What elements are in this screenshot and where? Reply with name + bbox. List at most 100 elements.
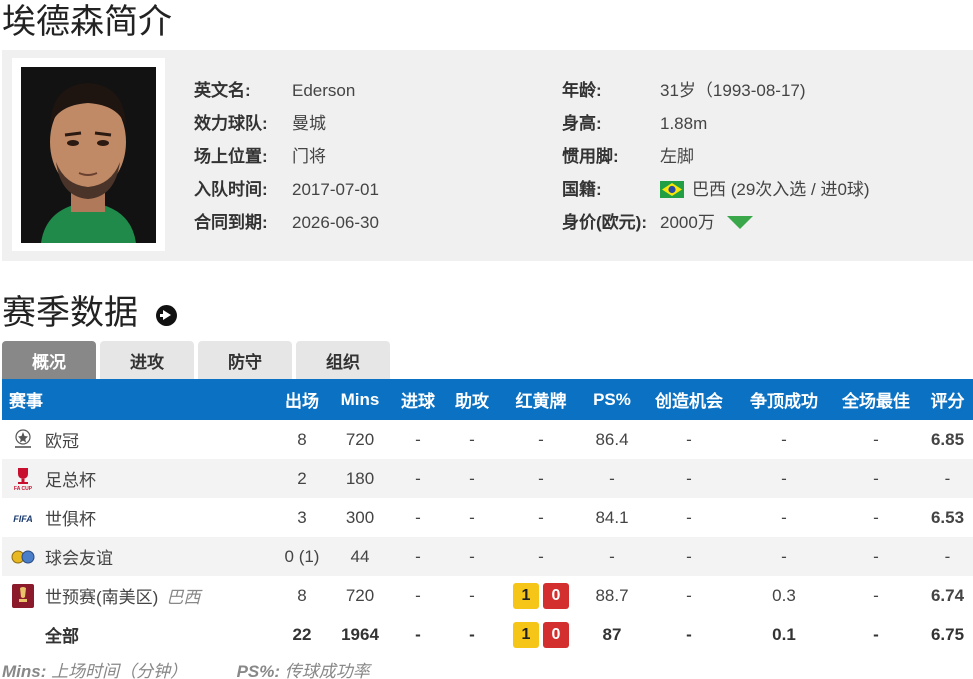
table-row: FA CUP 足总杯 2 180 - - - - - - - - [2, 459, 973, 498]
tab-attack[interactable]: 进攻 [100, 341, 194, 379]
mins-cell: 720 [345, 585, 375, 605]
chances-cell: - [686, 429, 692, 449]
competition-name: 欧冠 [45, 432, 79, 451]
col-header[interactable]: 全场最佳 [830, 379, 922, 420]
tab-defense[interactable]: 防守 [198, 341, 292, 379]
info-value[interactable]: 曼城 [292, 107, 326, 140]
tab-organize[interactable]: 组织 [296, 341, 390, 379]
assists-cell: - [446, 459, 498, 498]
assists-cell: - [469, 585, 475, 605]
info-label: 合同到期: [194, 213, 268, 232]
chances-cell: - [686, 624, 692, 644]
info-label: 身高: [562, 114, 602, 133]
aerials-cell: 0.1 [772, 624, 796, 644]
cards-cell: 10 [498, 576, 584, 615]
info-value: 左脚 [660, 147, 694, 166]
info-label: 入队时间: [194, 180, 268, 199]
apps-cell: 0 (1) [274, 537, 330, 576]
competition-cell[interactable]: 球会友谊 [2, 537, 274, 576]
brazil-flag-icon [660, 181, 684, 198]
player-photo [21, 67, 156, 243]
table-total-row: 全部 22 1964 - - 10 87 - 0.1 - 6.75 [2, 615, 973, 654]
competition-cell[interactable]: 欧冠 [2, 420, 274, 459]
col-header[interactable]: 助攻 [446, 379, 498, 420]
circle-arrow-icon[interactable] [156, 304, 177, 326]
aerials-cell: - [738, 537, 830, 576]
aerials-cell: - [781, 429, 787, 449]
red-card-badge: 0 [543, 582, 569, 609]
info-value: 2017-07-01 [292, 180, 379, 199]
info-row-position: 场上位置: 门将 [194, 140, 379, 173]
info-label: 效力球队: [194, 114, 268, 133]
aerials-cell: 0.3 [772, 585, 796, 605]
profile-box: 英文名: Ederson 效力球队: 曼城 场上位置: 门将 入队时间: 201… [2, 50, 973, 261]
assists-cell: - [446, 537, 498, 576]
info-row-age: 年龄: 31岁（1993-08-17) [562, 74, 870, 107]
info-label: 国籍: [562, 180, 602, 199]
mins-cell: 720 [345, 429, 375, 449]
goals-cell: - [415, 624, 421, 644]
table-row: 欧冠 8 720 - - - 86.4 - - - 6.85 [2, 420, 973, 459]
competition-name: 世预赛(南美区) [45, 588, 159, 607]
col-header[interactable]: 进球 [390, 379, 446, 420]
chances-cell: - [640, 537, 738, 576]
motm-cell: - [830, 459, 922, 498]
col-header[interactable]: Mins [330, 379, 390, 420]
col-header[interactable]: 创造机会 [640, 379, 738, 420]
total-label: 全部 [45, 627, 79, 646]
col-header[interactable]: PS% [584, 379, 640, 420]
table-header-row: 赛事 出场 Mins 进球 助攻 红黄牌 PS% 创造机会 争顶成功 全场最佳 … [2, 379, 973, 420]
info-row-join-date: 入队时间: 2017-07-01 [194, 173, 379, 206]
competition-name: 球会友谊 [45, 549, 113, 568]
apps-cell: 8 [297, 429, 307, 449]
aerials-cell: - [738, 459, 830, 498]
fa-cup-logo-icon: FA CUP [10, 466, 36, 492]
info-row-contract-end: 合同到期: 2026-06-30 [194, 206, 379, 239]
apps-cell: 3 [297, 507, 307, 527]
col-header[interactable]: 红黄牌 [498, 379, 584, 420]
table-row: FIFA 世俱杯 3 300 - - - 84.1 - - - 6.53 [2, 498, 973, 537]
info-label: 场上位置: [194, 147, 268, 166]
rating-cell: 6.85 [930, 429, 965, 449]
footnote-mins-key: Mins: [2, 662, 47, 679]
motm-cell: - [873, 624, 879, 644]
cards-cell: - [498, 537, 584, 576]
team-tag[interactable]: 巴西 [166, 583, 200, 608]
cards-cell: - [498, 459, 584, 498]
motm-cell: - [873, 585, 879, 605]
friendly-logo-icon [10, 544, 36, 570]
cards-cell: - [538, 507, 544, 527]
ps-cell: - [584, 459, 640, 498]
total-label-cell: 全部 [2, 615, 274, 654]
competition-cell[interactable]: 世预赛(南美区) 巴西 [2, 576, 274, 615]
competition-cell[interactable]: FIFA 世俱杯 [2, 498, 274, 537]
col-header[interactable]: 评分 [922, 379, 973, 420]
ps-cell: - [584, 537, 640, 576]
chances-cell: - [686, 585, 692, 605]
goals-cell: - [390, 459, 446, 498]
red-card-badge: 0 [543, 621, 569, 648]
info-label: 身价(欧元): [562, 213, 647, 232]
nationality-text: 巴西 (29次入选 / 进0球) [692, 180, 870, 199]
assists-cell: - [469, 624, 475, 644]
table-row: 世预赛(南美区) 巴西 8 720 - - 10 88.7 - 0.3 - 6.… [2, 576, 973, 615]
tab-overview[interactable]: 概况 [2, 341, 96, 379]
rating-cell: 6.53 [930, 507, 965, 527]
col-header[interactable]: 出场 [274, 379, 330, 420]
goals-cell: - [390, 537, 446, 576]
section-title: 赛季数据 [2, 291, 177, 335]
player-photo-frame [12, 58, 165, 251]
mins-cell: 44 [330, 537, 390, 576]
info-value: 2000万 [660, 206, 753, 239]
competition-cell[interactable]: FA CUP 足总杯 [2, 459, 274, 498]
info-value: 2026-06-30 [292, 213, 379, 232]
col-header[interactable]: 争顶成功 [738, 379, 830, 420]
season-stats-table: 赛事 出场 Mins 进球 助攻 红黄牌 PS% 创造机会 争顶成功 全场最佳 … [2, 379, 973, 654]
rating-cell: - [922, 537, 973, 576]
motm-cell: - [830, 537, 922, 576]
value-down-arrow-icon[interactable] [726, 216, 753, 229]
goals-cell: - [415, 507, 421, 527]
ps-cell: 86.4 [595, 429, 629, 449]
yellow-card-badge: 1 [513, 582, 539, 609]
